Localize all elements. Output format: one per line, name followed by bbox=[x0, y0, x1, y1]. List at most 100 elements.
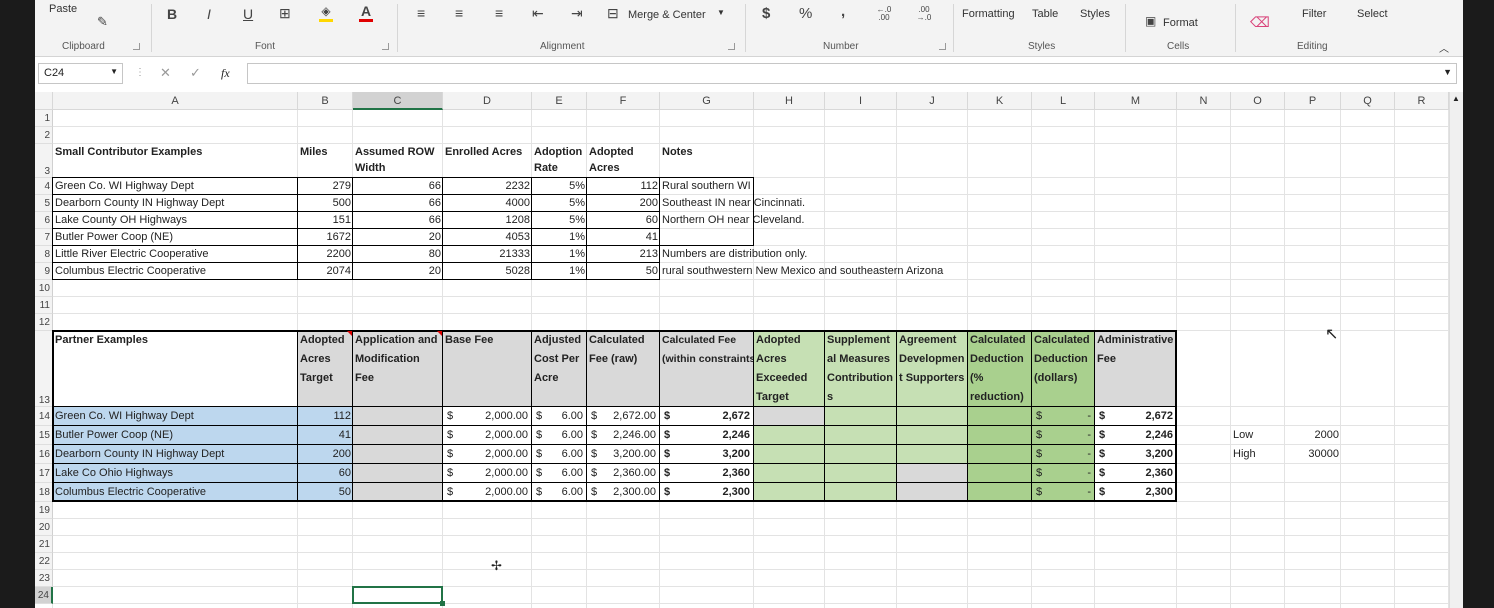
row-header[interactable]: 12 bbox=[35, 314, 53, 331]
italic-button[interactable]: I bbox=[207, 6, 211, 22]
column-header[interactable]: C bbox=[353, 92, 443, 110]
comma-button[interactable]: , bbox=[841, 3, 845, 20]
small-table-title[interactable]: Small Contributor Examples bbox=[53, 144, 298, 178]
row-header[interactable]: 21 bbox=[35, 536, 53, 553]
select-all-corner[interactable] bbox=[35, 92, 53, 110]
row-header[interactable]: 14 bbox=[35, 407, 53, 426]
row-header[interactable]: 3 bbox=[35, 144, 53, 178]
column-header[interactable]: B bbox=[298, 92, 353, 110]
row-header[interactable]: 2 bbox=[35, 127, 53, 144]
row-header[interactable]: 18 bbox=[35, 483, 53, 502]
column-header[interactable]: P bbox=[1285, 92, 1341, 110]
increase-indent-icon[interactable]: ⇥ bbox=[571, 5, 583, 22]
name-box[interactable]: C24 ▼ bbox=[38, 63, 123, 84]
constraint-low-value[interactable]: 2000 bbox=[1285, 426, 1341, 445]
vertical-scrollbar[interactable] bbox=[1449, 92, 1463, 608]
merge-center-button[interactable]: Merge & Center bbox=[628, 9, 706, 21]
column-header[interactable]: E bbox=[532, 92, 587, 110]
underline-button[interactable]: U bbox=[243, 6, 253, 22]
dialog-launcher-icon[interactable] bbox=[939, 43, 946, 50]
column-header[interactable]: R bbox=[1395, 92, 1449, 110]
formula-input[interactable]: ▼ bbox=[247, 63, 1457, 84]
header-adopted-acres[interactable]: Adopted Acres bbox=[587, 144, 660, 178]
header-miles[interactable]: Miles bbox=[298, 144, 353, 178]
cancel-icon[interactable]: ✕ bbox=[160, 65, 171, 81]
active-cell-c24[interactable] bbox=[352, 586, 443, 604]
collapse-ribbon-icon[interactable]: ︿ bbox=[1439, 40, 1449, 55]
format-painter-icon[interactable]: ✎ bbox=[97, 14, 108, 30]
align-left-icon[interactable]: ≡ bbox=[417, 5, 425, 21]
row-header[interactable]: 9 bbox=[35, 263, 53, 280]
dialog-launcher-icon[interactable] bbox=[382, 43, 389, 50]
column-header[interactable]: O bbox=[1231, 92, 1285, 110]
constraint-high-value[interactable]: 30000 bbox=[1285, 445, 1341, 464]
small-row-notes[interactable]: rural southwestern New Mexico and southe… bbox=[660, 263, 1285, 280]
insert-function-button[interactable]: fx bbox=[221, 66, 230, 81]
column-header[interactable]: N bbox=[1177, 92, 1231, 110]
small-row-notes[interactable]: Numbers are distribution only. bbox=[660, 246, 1285, 263]
row-header[interactable]: 16 bbox=[35, 445, 53, 464]
row-header[interactable]: 20 bbox=[35, 519, 53, 536]
row-header[interactable]: 8 bbox=[35, 246, 53, 263]
font-color-icon[interactable]: A bbox=[359, 3, 373, 22]
header-enrolled-acres[interactable]: Enrolled Acres bbox=[443, 144, 532, 178]
row-header[interactable]: 24 bbox=[35, 587, 53, 604]
row-header[interactable]: 7 bbox=[35, 229, 53, 246]
paste-button[interactable]: Paste bbox=[49, 3, 77, 15]
row-header[interactable]: 4 bbox=[35, 178, 53, 195]
column-header[interactable]: L bbox=[1032, 92, 1095, 110]
chevron-down-icon[interactable]: ▼ bbox=[110, 67, 118, 76]
column-header[interactable]: M bbox=[1095, 92, 1177, 110]
row-header[interactable]: 11 bbox=[35, 297, 53, 314]
row-header[interactable]: 22 bbox=[35, 553, 53, 570]
clear-eraser-icon[interactable]: ⌫ bbox=[1250, 14, 1270, 31]
row-header[interactable]: 1 bbox=[35, 110, 53, 127]
column-header[interactable]: K bbox=[968, 92, 1032, 110]
worksheet-grid[interactable]: A B C D E F G H I J K L M N O P Q R 1 2 3 4 5 6 7 8 9 10 11 12 13 14 15 1… bbox=[35, 92, 1463, 608]
sort-filter-button[interactable]: Filter bbox=[1302, 8, 1326, 20]
format-button[interactable]: Format bbox=[1163, 17, 1198, 29]
row-header[interactable]: 6 bbox=[35, 212, 53, 229]
dialog-launcher-icon[interactable] bbox=[728, 43, 735, 50]
row-header[interactable]: 23 bbox=[35, 570, 53, 587]
row-header[interactable]: 17 bbox=[35, 464, 53, 483]
column-header[interactable]: Q bbox=[1341, 92, 1395, 110]
column-header[interactable]: G bbox=[660, 92, 754, 110]
percent-button[interactable]: % bbox=[799, 5, 812, 22]
row-header[interactable]: 19 bbox=[35, 502, 53, 519]
row-header[interactable]: 5 bbox=[35, 195, 53, 212]
constraint-high-label[interactable]: High bbox=[1231, 445, 1285, 464]
align-right-icon[interactable]: ≡ bbox=[495, 5, 503, 21]
chevron-down-icon[interactable]: ▼ bbox=[717, 8, 725, 17]
column-header[interactable]: F bbox=[587, 92, 660, 110]
dialog-launcher-icon[interactable] bbox=[133, 43, 140, 50]
bold-button[interactable]: B bbox=[167, 6, 177, 22]
header-notes[interactable]: Notes bbox=[660, 144, 754, 178]
header-row-width[interactable]: Assumed ROW Width bbox=[353, 144, 443, 178]
column-header[interactable]: H bbox=[754, 92, 825, 110]
merge-icon[interactable]: ⊟ bbox=[607, 5, 619, 22]
format-cells-icon[interactable]: ▣ bbox=[1145, 14, 1156, 28]
row-header[interactable]: 10 bbox=[35, 280, 53, 297]
column-header[interactable]: J bbox=[897, 92, 968, 110]
column-header[interactable]: I bbox=[825, 92, 897, 110]
row-header[interactable]: 13 bbox=[35, 331, 53, 407]
conditional-formatting-button[interactable]: Formatting bbox=[962, 8, 1015, 20]
column-header[interactable]: A bbox=[53, 92, 298, 110]
column-header[interactable]: D bbox=[443, 92, 532, 110]
scroll-up-icon[interactable]: ▲ bbox=[1449, 94, 1463, 106]
expand-formula-icon[interactable]: ▼ bbox=[1443, 67, 1452, 77]
cell-styles-button[interactable]: Styles bbox=[1080, 8, 1110, 20]
fill-handle[interactable] bbox=[440, 601, 445, 606]
format-as-table-button[interactable]: Table bbox=[1032, 8, 1058, 20]
fill-color-icon[interactable]: ◈ bbox=[319, 4, 333, 22]
border-icon[interactable]: ⊞ bbox=[279, 5, 291, 22]
currency-button[interactable]: $ bbox=[762, 5, 770, 22]
row-header[interactable]: 15 bbox=[35, 426, 53, 445]
increase-decimal-button[interactable]: ←.0 .00 bbox=[873, 6, 895, 22]
constraint-low-label[interactable]: Low bbox=[1231, 426, 1285, 445]
find-select-button[interactable]: Select bbox=[1357, 8, 1388, 20]
decrease-indent-icon[interactable]: ⇤ bbox=[532, 5, 544, 22]
decrease-decimal-button[interactable]: .00 →.0 bbox=[913, 6, 935, 22]
enter-check-icon[interactable]: ✓ bbox=[190, 65, 201, 81]
